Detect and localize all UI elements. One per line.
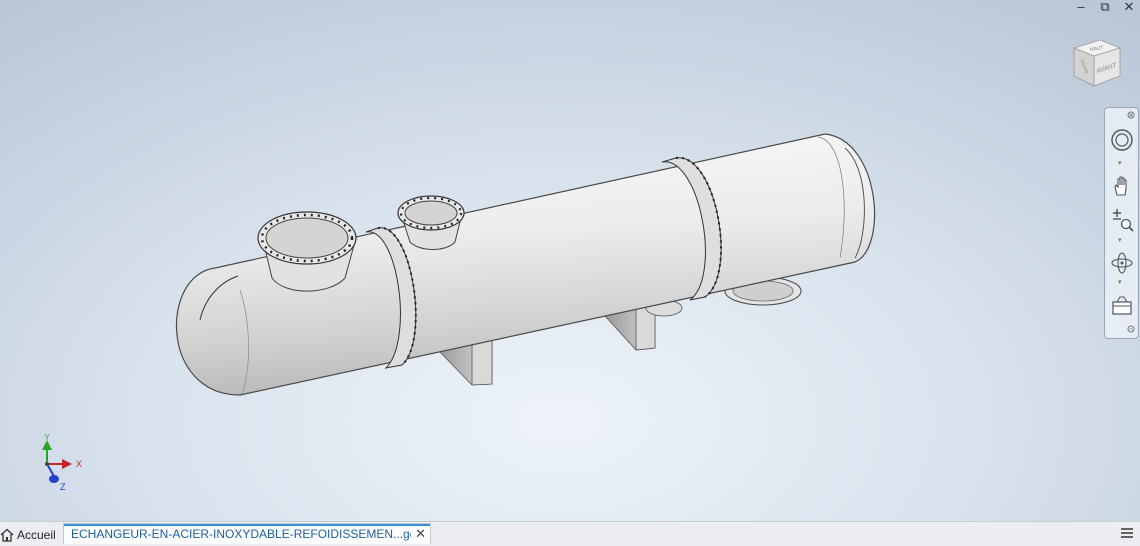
- nav-bar-options-icon[interactable]: [1127, 325, 1135, 333]
- coordinate-triad: Y X Z: [42, 433, 82, 492]
- orbit-icon[interactable]: [1110, 251, 1134, 275]
- chevron-down-icon[interactable]: ▾: [1118, 278, 1122, 286]
- z-axis-label: Z: [60, 482, 66, 492]
- y-axis-label: Y: [44, 433, 50, 442]
- x-axis-label: X: [76, 459, 82, 469]
- top-nozzle-large: [257, 211, 357, 292]
- x-axis-arrow: [62, 459, 72, 469]
- z-axis-arrow: [49, 475, 59, 483]
- chevron-down-icon[interactable]: ▾: [1118, 236, 1122, 244]
- close-tab-button[interactable]: ✕: [415, 526, 426, 542]
- 3d-viewport[interactable]: – ⧉ ✕ HAUT AVANT DROITE ▾ ▾ ▾ Y X Z: [0, 0, 1140, 521]
- close-button[interactable]: ✕: [1122, 0, 1136, 14]
- home-tab[interactable]: Accueil: [0, 525, 56, 545]
- viewcube[interactable]: HAUT AVANT DROITE: [1064, 34, 1126, 96]
- home-icon: [0, 528, 14, 542]
- steering-wheel-icon[interactable]: [1110, 128, 1134, 152]
- nav-bar-close-icon[interactable]: [1127, 111, 1135, 119]
- look-at-icon[interactable]: [1110, 294, 1134, 318]
- chevron-down-icon[interactable]: ▾: [1118, 159, 1122, 167]
- minimize-button[interactable]: –: [1074, 0, 1088, 14]
- pan-icon[interactable]: [1110, 174, 1134, 198]
- zoom-icon[interactable]: [1110, 208, 1134, 232]
- navigation-bar: ▾ ▾ ▾: [1104, 107, 1139, 339]
- document-tab-bar: Accueil ECHANGEUR-EN-ACIER-INOXYDABLE-RE…: [0, 521, 1140, 546]
- heat-exchanger-model[interactable]: [0, 0, 1140, 521]
- home-tab-label: Accueil: [17, 528, 56, 542]
- document-tab-label: ECHANGEUR-EN-ACIER-INOXYDABLE-REFOIDISSE…: [71, 527, 412, 541]
- triad-origin: [45, 462, 49, 466]
- document-tab[interactable]: ECHANGEUR-EN-ACIER-INOXYDABLE-REFOIDISSE…: [63, 523, 431, 544]
- restore-button[interactable]: ⧉: [1098, 0, 1112, 14]
- menu-icon[interactable]: [1120, 526, 1134, 540]
